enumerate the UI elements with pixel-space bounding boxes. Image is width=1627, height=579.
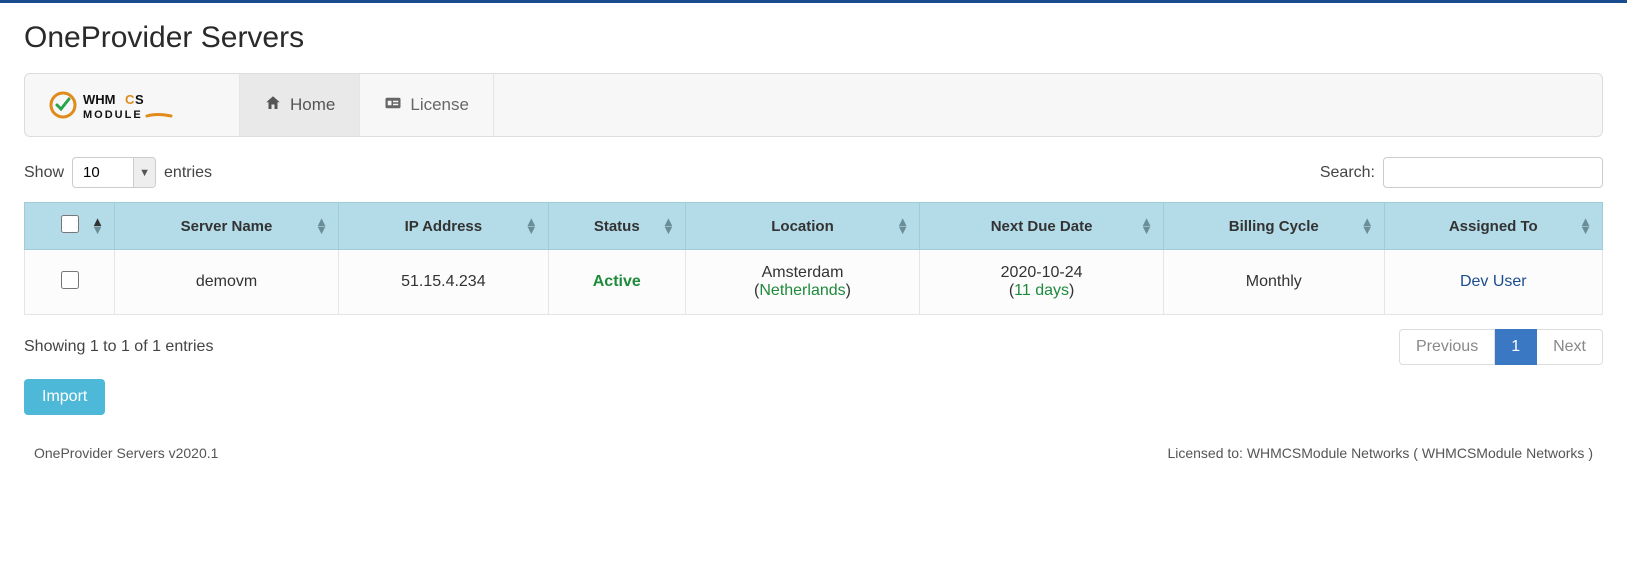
cell-location-city: Amsterdam <box>762 264 844 281</box>
svg-text:C: C <box>125 92 135 107</box>
sort-icon[interactable]: ▲▼ <box>896 218 909 234</box>
sort-icon[interactable]: ▲▼ <box>662 218 675 234</box>
chevron-down-icon: ▼ <box>133 158 155 187</box>
pagination: Previous 1 Next <box>1399 329 1603 365</box>
cell-next-due-days: 11 days <box>1014 282 1069 299</box>
footer-version: OneProvider Servers v2020.1 <box>34 445 218 461</box>
nav-home[interactable]: Home <box>240 74 360 136</box>
cell-ip-address: 51.15.4.234 <box>401 273 486 290</box>
col-next-due: Next Due Date <box>991 218 1093 235</box>
col-location: Location <box>771 218 834 235</box>
import-button[interactable]: Import <box>24 379 105 415</box>
home-icon <box>264 94 282 117</box>
sort-icon[interactable]: ▲▼ <box>1140 218 1153 234</box>
nav-home-label: Home <box>290 95 335 115</box>
length-select-wrap[interactable]: 10 ▼ <box>72 157 156 188</box>
table-info: Showing 1 to 1 of 1 entries <box>24 338 213 356</box>
svg-text:MODULE: MODULE <box>83 109 143 121</box>
id-card-icon <box>384 94 402 117</box>
sort-icon[interactable]: ▲▼ <box>525 218 538 234</box>
sort-icon[interactable]: ▲▼ <box>91 218 104 234</box>
col-assigned-to: Assigned To <box>1449 218 1538 235</box>
brand-logo: WHM C S MODULE <box>25 74 240 136</box>
cell-assigned-to[interactable]: Dev User <box>1460 273 1527 290</box>
nav-license-label: License <box>410 95 469 115</box>
select-all-checkbox[interactable] <box>61 215 79 233</box>
page-title: OneProvider Servers <box>24 21 1603 55</box>
search-label: Search: <box>1320 164 1375 182</box>
cell-next-due-date: 2020-10-24 <box>1001 264 1083 281</box>
col-billing-cycle: Billing Cycle <box>1229 218 1319 235</box>
footer-license: Licensed to: WHMCSModule Networks ( WHMC… <box>1167 445 1593 461</box>
sort-icon[interactable]: ▲▼ <box>1579 218 1592 234</box>
servers-table: ▲▼ Server Name ▲▼ IP Address ▲▼ Status ▲… <box>24 202 1603 315</box>
cell-location-country: Netherlands <box>759 282 845 299</box>
svg-text:S: S <box>135 92 144 107</box>
svg-text:WHM: WHM <box>83 92 116 107</box>
sort-icon[interactable]: ▲▼ <box>1361 218 1374 234</box>
sort-icon[interactable]: ▲▼ <box>315 218 328 234</box>
nav-license[interactable]: License <box>360 74 494 136</box>
cell-status: Active <box>593 273 641 290</box>
cell-billing-cycle: Monthly <box>1246 273 1302 290</box>
navbar: WHM C S MODULE Home License <box>24 73 1603 137</box>
col-ip-address: IP Address <box>405 218 483 235</box>
page-next[interactable]: Next <box>1537 329 1603 365</box>
col-status: Status <box>594 218 640 235</box>
page-previous[interactable]: Previous <box>1399 329 1495 365</box>
search-input[interactable] <box>1383 157 1603 188</box>
cell-server-name: demovm <box>196 273 257 290</box>
page-1[interactable]: 1 <box>1495 329 1537 365</box>
table-row: demovm 51.15.4.234 Active Amsterdam (Net… <box>25 250 1603 315</box>
length-select[interactable]: 10 <box>73 158 133 187</box>
col-server-name: Server Name <box>181 218 273 235</box>
row-checkbox[interactable] <box>61 271 79 289</box>
length-entries-label: entries <box>164 164 212 182</box>
length-show-label: Show <box>24 164 64 182</box>
